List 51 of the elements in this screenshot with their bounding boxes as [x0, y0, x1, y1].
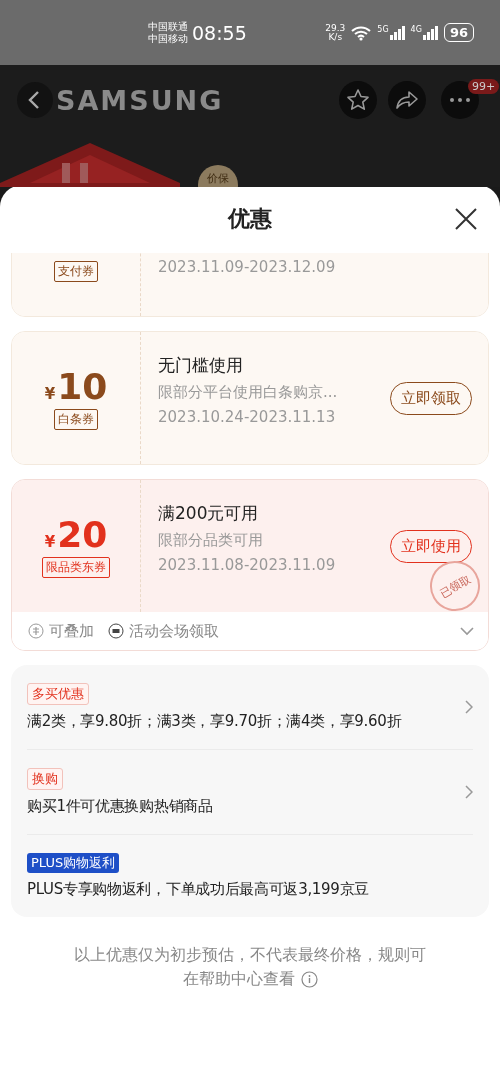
chevron-down-icon[interactable] [460, 626, 474, 636]
disclaimer-text: 在帮助中心查看 [182, 968, 295, 990]
favorite-button[interactable] [339, 81, 377, 119]
battery-level: 96 [443, 23, 474, 42]
wifi-icon [350, 24, 373, 41]
coupon-description: 限部分平台使用白条购京... [158, 383, 339, 402]
promotion-text: PLUS专享购物返利，下单成功后最高可返3,199京豆 [27, 880, 369, 899]
chevron-right-icon[interactable] [465, 700, 473, 714]
status-time: 08:55 [192, 21, 247, 44]
network-speed: K/s [328, 32, 343, 42]
brand-logo: SAMSUNG [56, 85, 224, 116]
coupon-description: 限部分品类可用 [158, 531, 264, 550]
promotion-text: 满2类，享9.80折；满3类，享9.70折；满4类，享9.60折 [27, 712, 402, 731]
promotion-text: 购买1件可优惠换购热销商品 [27, 797, 213, 816]
disclaimer-text: 以上优惠仅为初步预估，不代表最终价格，规则可 [74, 944, 426, 966]
ticket-icon [108, 623, 124, 639]
signal-icon [389, 25, 406, 40]
coupon-title: 满200元可用 [158, 502, 260, 525]
star-icon [346, 88, 370, 112]
more-icon [449, 97, 471, 103]
coupon-feature-label: 活动会场领取 [129, 621, 219, 641]
coupon-date-range: 2023.10.24-2023.11.13 [158, 408, 337, 426]
promotion-tag: PLUS购物返利 [27, 853, 120, 873]
sheet-title: 优惠 [228, 205, 272, 233]
coupon-title: 无门槛使用 [158, 354, 244, 377]
carrier-name: 中国移动 [148, 32, 188, 45]
coupon-type-tag: 白条券 [54, 408, 98, 430]
stack-icon [28, 623, 44, 639]
share-button[interactable] [388, 81, 426, 119]
coupon-amount: 10 [57, 366, 108, 407]
promotion-tag: 多买优惠 [27, 683, 89, 705]
info-icon[interactable] [300, 970, 318, 988]
carrier-name: 中国联通 [148, 20, 188, 33]
network-type: 4G [410, 25, 422, 34]
coupon-feature-label: 可叠加 [49, 621, 94, 641]
price-protection-badge: 价保 [198, 165, 238, 187]
share-icon [395, 89, 419, 111]
coupon-type-tag: 限品类东券 [42, 556, 110, 578]
signal-icon [422, 25, 439, 40]
network-type: 5G [377, 25, 389, 34]
promotion-tag: 换购 [27, 768, 63, 790]
coupon-date-range: 2023.11.08-2023.11.09 [158, 556, 337, 574]
coupon-type-tag: 支付券 [54, 260, 98, 282]
coupon-date-range: 2023.11.09-2023.12.09 [158, 258, 337, 276]
back-icon[interactable] [17, 82, 53, 118]
chevron-right-icon[interactable] [465, 785, 473, 799]
notification-badge: 99+ [468, 79, 500, 94]
currency-symbol: ¥ [44, 384, 56, 403]
coupon-amount: 20 [57, 514, 108, 555]
network-speed: 29.3 [325, 23, 346, 33]
currency-symbol: ¥ [44, 532, 56, 551]
